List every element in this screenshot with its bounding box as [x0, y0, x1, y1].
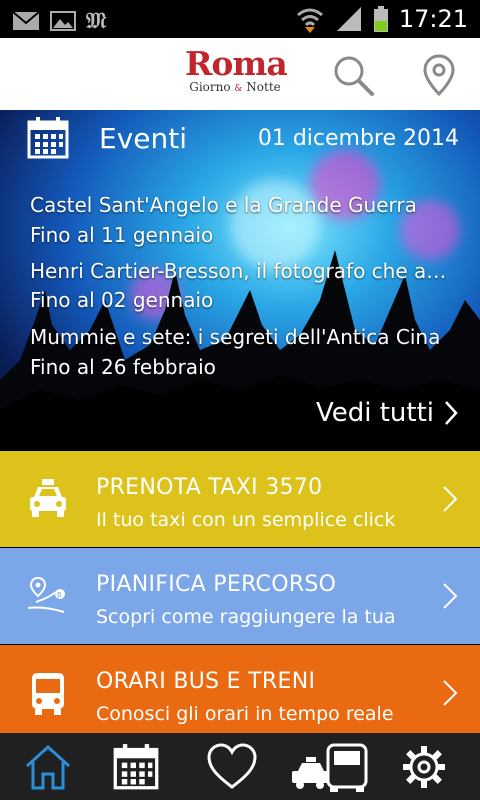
mail-icon [12, 11, 40, 30]
app-logo: Roma Giorno & Notte [185, 44, 288, 96]
tab-home[interactable] [0, 733, 96, 800]
event-until: Fino al 02 gennaio [30, 288, 214, 312]
route-row-subtitle: Scopri come raggiungere la tua [96, 606, 396, 628]
logo-subtitle: Giorno & Notte [189, 80, 281, 94]
see-all-label: Vedi tutti [315, 398, 434, 428]
calendar-icon [113, 743, 159, 789]
see-all-events-link[interactable]: Vedi tutti [316, 398, 458, 428]
route-row-title: PIANIFICA PERCORSO [96, 572, 337, 597]
event-until: Fino al 26 febbraio [30, 355, 216, 379]
bus-row-subtitle: Conosci gli orari in tempo reale [96, 703, 394, 725]
route-planner-row[interactable]: B PIANIFICA PERCORSO Scopri come raggiun… [0, 548, 480, 644]
event-until: Fino al 11 gennaio [30, 223, 214, 247]
bus-train-times-row[interactable]: ORARI BUS E TRENI Conosci gli orari in t… [0, 645, 480, 733]
status-bar: 𝔐 17:21 [0, 0, 480, 38]
calendar-icon [27, 117, 69, 159]
chevron-right-icon [443, 583, 458, 609]
newspaper-m-icon: 𝔐 [86, 8, 107, 34]
signal-icon [336, 7, 361, 31]
chevron-right-icon [443, 680, 458, 706]
image-icon [50, 11, 76, 31]
events-header: Eventi 01 dicembre 2014 [26, 116, 466, 166]
location-button[interactable] [416, 52, 462, 98]
home-icon [25, 744, 71, 789]
svg-text:B: B [57, 591, 62, 599]
taxi-icon [30, 479, 66, 517]
clock: 17:21 [398, 5, 468, 33]
taxi-booking-row[interactable]: PRENOTA TAXI 3570 Il tuo taxi con un sem… [0, 451, 480, 547]
battery-icon [373, 6, 388, 32]
events-title: Eventi [99, 122, 187, 155]
tab-settings[interactable] [376, 733, 472, 800]
tab-favorites[interactable] [184, 733, 280, 800]
events-panel[interactable]: Eventi 01 dicembre 2014 Castel Sant'Ange… [0, 110, 480, 450]
bottom-tab-bar [0, 733, 480, 800]
tab-events[interactable] [88, 733, 184, 800]
heart-icon [207, 742, 257, 789]
search-button[interactable] [330, 52, 376, 98]
wifi-icon [296, 8, 323, 33]
route-icon: B [27, 576, 65, 613]
location-pin-icon [423, 54, 455, 97]
tab-transport[interactable] [280, 733, 380, 800]
events-date: 01 dicembre 2014 [257, 126, 459, 151]
event-name[interactable]: Mummie e sete: i segreti dell'Antica Cin… [30, 322, 460, 353]
event-name[interactable]: Henri Cartier-Bresson, il fotografo che … [30, 256, 460, 287]
event-name[interactable]: Castel Sant'Angelo e la Grande Guerra [30, 190, 460, 221]
bus-icon [32, 673, 64, 715]
search-icon [334, 56, 374, 96]
app-header: Roma Giorno & Notte [0, 38, 480, 111]
settings-gear-icon [403, 745, 445, 788]
transport-icon [292, 743, 368, 792]
logo-title: Roma [185, 44, 288, 83]
bus-row-title: ORARI BUS E TRENI [96, 669, 316, 694]
taxi-row-subtitle: Il tuo taxi con un semplice click [96, 509, 396, 531]
chevron-right-icon [445, 401, 458, 425]
chevron-right-icon [443, 486, 458, 512]
taxi-row-title: PRENOTA TAXI 3570 [96, 475, 323, 500]
